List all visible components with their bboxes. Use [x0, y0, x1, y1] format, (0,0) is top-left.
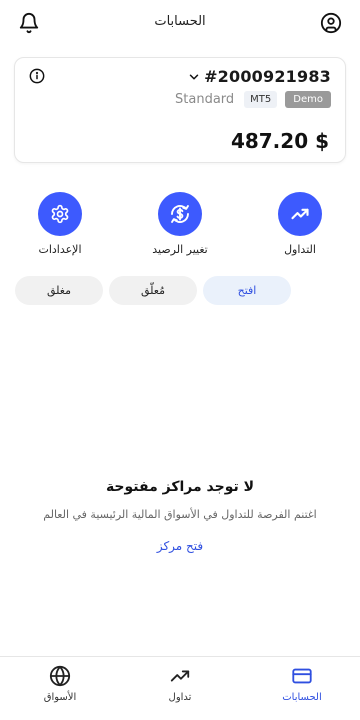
credit-card-icon [292, 668, 312, 684]
account-tags: Standard MT5 Demo [175, 91, 331, 108]
account-type: Standard [175, 92, 235, 107]
account-selector[interactable]: #2000921983 [187, 67, 331, 86]
trending-up-icon [170, 670, 190, 682]
trade-action-label: التداول [284, 243, 316, 256]
nav-markets-label: الأسواق [43, 692, 77, 703]
filter-pending-tab[interactable]: مُعلّق [109, 276, 197, 305]
platform-badge: MT5 [244, 91, 278, 108]
info-icon[interactable] [29, 68, 45, 84]
demo-badge: Demo [285, 91, 331, 108]
trending-up-icon [291, 208, 309, 220]
gear-icon [51, 204, 69, 224]
nav-accounts-label: الحسابات [282, 692, 322, 703]
dollar-refresh-icon [171, 205, 189, 223]
user-circle-icon[interactable] [320, 12, 342, 34]
globe-icon [49, 665, 71, 687]
filter-closed-tab[interactable]: مغلق [15, 276, 103, 305]
nav-trade-label: تداول [168, 692, 192, 703]
settings-circle[interactable] [38, 192, 82, 236]
empty-state-title: لا توجد مراكز مفتوحة [105, 479, 255, 495]
account-card[interactable]: #2000921983 Standard MT5 Demo 487.20 $ [14, 57, 346, 163]
nav-accounts[interactable]: الحسابات [262, 665, 342, 703]
account-number: #2000921983 [204, 67, 331, 86]
change-balance-label: تغيير الرصيد [152, 243, 208, 256]
empty-state-subtitle: اغتنم الفرصة للتداول في الأسواق المالية … [43, 508, 317, 521]
nav-markets[interactable]: الأسواق [20, 665, 100, 703]
chevron-down-icon [189, 73, 199, 80]
bottom-navigation: الحسابات تداول الأسواق [0, 656, 360, 720]
filter-open-tab[interactable]: افتح [203, 276, 291, 305]
change-balance-button[interactable]: تغيير الرصيد [135, 192, 225, 256]
page-title: الحسابات [154, 14, 206, 29]
trade-action-button[interactable]: التداول [255, 192, 345, 256]
settings-label: الإعدادات [38, 243, 82, 256]
trade-action-circle[interactable] [278, 192, 322, 236]
account-balance: 487.20 $ [230, 129, 329, 153]
open-position-link[interactable]: فتح مركز [0, 539, 360, 553]
nav-trade[interactable]: تداول [140, 665, 220, 703]
change-balance-circle[interactable] [158, 192, 202, 236]
settings-button[interactable]: الإعدادات [15, 192, 105, 256]
top-bar: الحسابات [0, 0, 360, 46]
